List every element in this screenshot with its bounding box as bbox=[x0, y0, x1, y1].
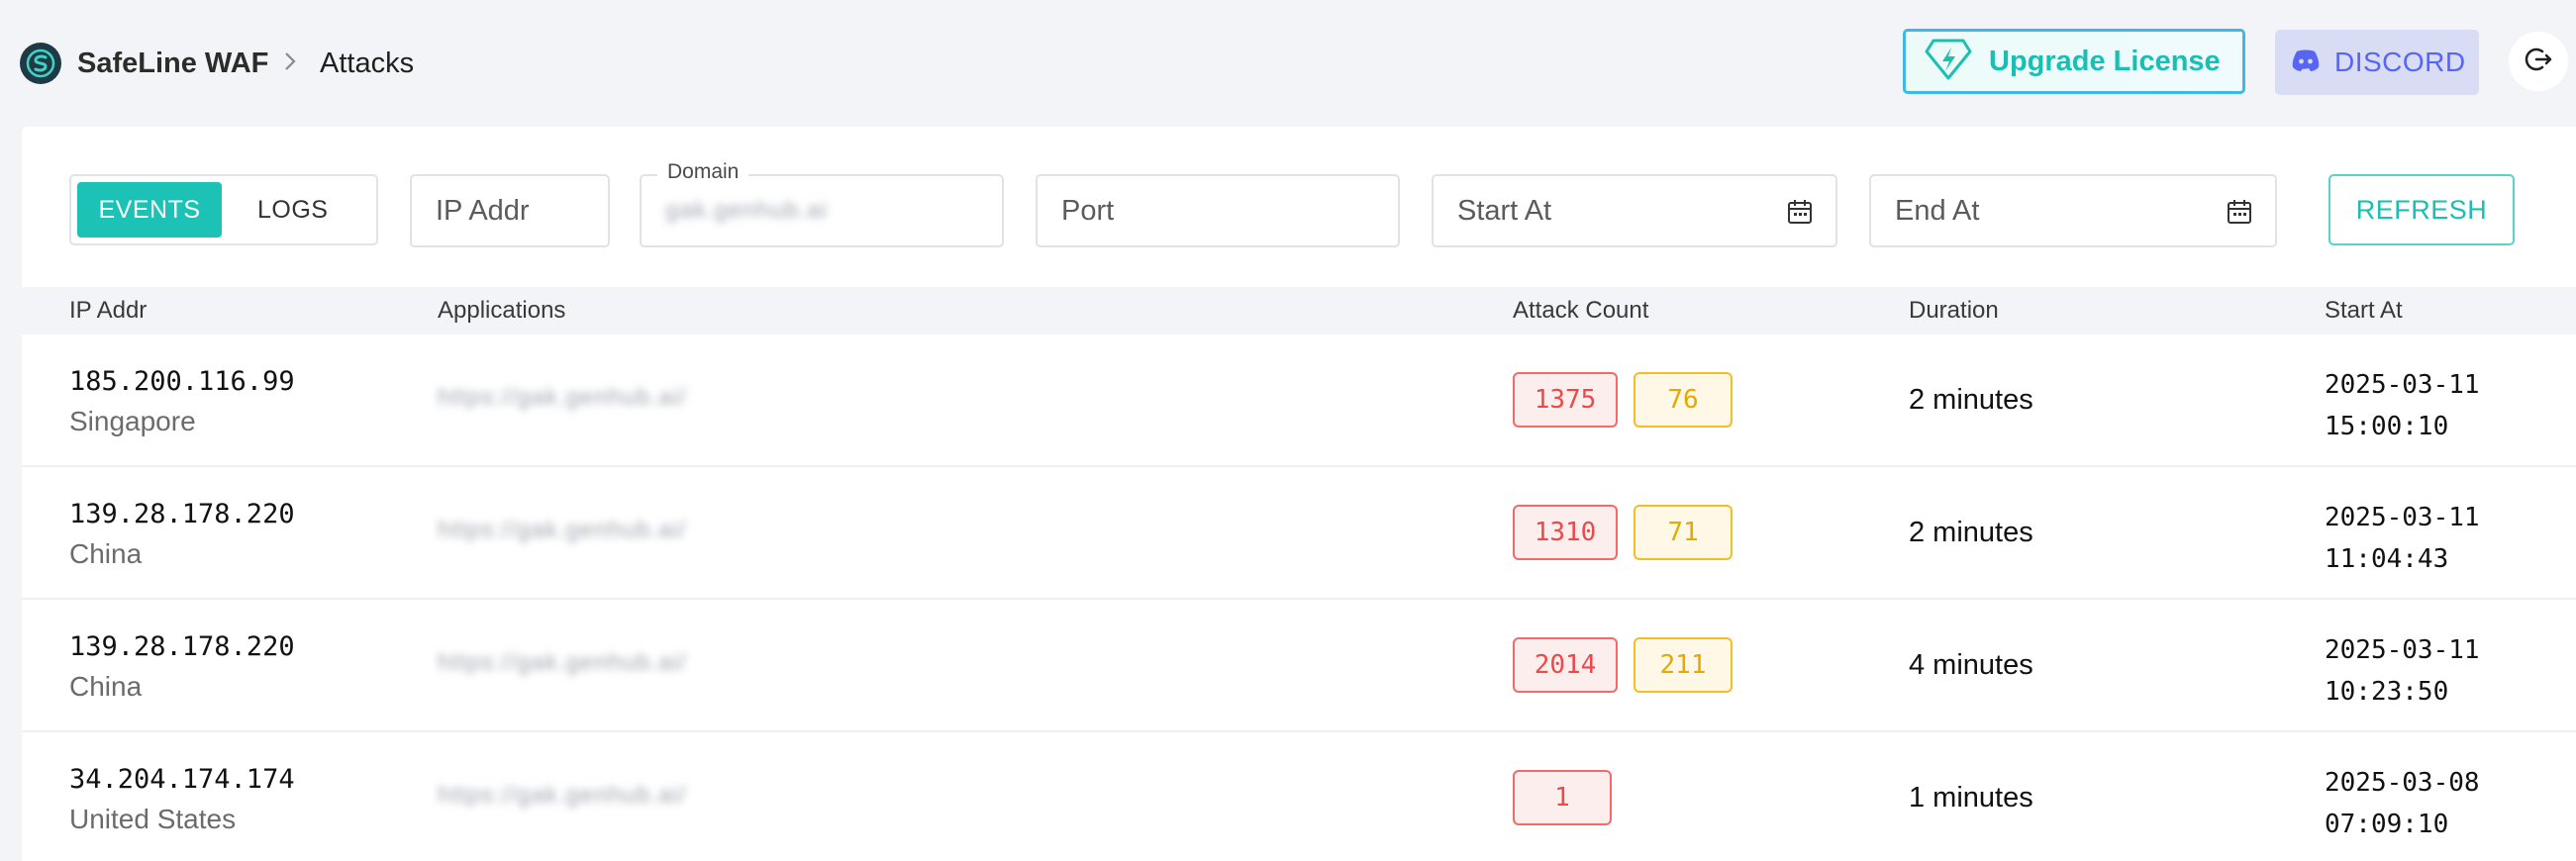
row-start-time: 11:04:43 bbox=[2325, 544, 2449, 574]
warning-count-badge: 211 bbox=[1634, 637, 1733, 693]
attack-count-badge: 1 bbox=[1513, 770, 1612, 825]
row-application[interactable]: https://gak.genhub.ai/ bbox=[438, 513, 687, 548]
brand-name[interactable]: SafeLine WAF bbox=[77, 46, 268, 81]
row-ip: 185.200.116.99 bbox=[69, 366, 295, 397]
start-at-picker[interactable]: Start At bbox=[1432, 174, 1837, 247]
end-at-picker[interactable]: End At bbox=[1869, 174, 2277, 247]
row-start-date: 2025-03-11 bbox=[2325, 635, 2480, 665]
view-toggle: EVENTS LOGS bbox=[69, 174, 378, 245]
row-duration: 2 minutes bbox=[1909, 517, 2033, 548]
end-at-placeholder: End At bbox=[1895, 194, 1980, 227]
row-start-at: 2025-03-11 11:04:43 bbox=[2325, 497, 2523, 580]
row-country: United States bbox=[69, 804, 237, 834]
ip-filter-input[interactable]: IP Addr bbox=[410, 174, 610, 247]
row-start-time: 10:23:50 bbox=[2325, 677, 2449, 707]
row-ip: 139.28.178.220 bbox=[69, 631, 295, 662]
tab-events[interactable]: EVENTS bbox=[77, 182, 222, 238]
attacks-panel: EVENTS LOGS IP Addr Domain gak.genhub.ai… bbox=[22, 127, 2576, 861]
domain-value: gak.genhub.ai bbox=[665, 197, 828, 224]
attack-count-badge: 2014 bbox=[1513, 637, 1618, 693]
warning-count-badge: 71 bbox=[1634, 505, 1733, 560]
logout-button[interactable] bbox=[2509, 32, 2568, 91]
discord-label: DISCORD bbox=[2334, 47, 2466, 77]
row-duration: 2 minutes bbox=[1909, 384, 2033, 416]
breadcrumb-current: Attacks bbox=[320, 48, 415, 79]
chevron-right-icon bbox=[279, 44, 301, 79]
row-duration: 4 minutes bbox=[1909, 649, 2033, 681]
attack-count-badge: 1375 bbox=[1513, 372, 1618, 428]
row-start-time: 15:00:10 bbox=[2325, 412, 2449, 441]
column-header-attack-count: Attack Count bbox=[1513, 297, 1649, 324]
row-start-date: 2025-03-11 bbox=[2325, 370, 2480, 400]
row-country: China bbox=[69, 538, 143, 569]
safeline-logo-icon[interactable] bbox=[20, 43, 61, 84]
row-country: China bbox=[69, 671, 143, 702]
calendar-icon[interactable] bbox=[1786, 198, 1814, 226]
start-at-placeholder: Start At bbox=[1457, 194, 1552, 227]
logout-icon bbox=[2523, 44, 2554, 80]
port-filter-input[interactable]: Port bbox=[1036, 174, 1400, 247]
upgrade-license-label: Upgrade License bbox=[1989, 45, 2221, 77]
discord-icon bbox=[2291, 48, 2321, 77]
row-application[interactable]: https://gak.genhub.ai/ bbox=[438, 778, 687, 813]
table-row[interactable]: 185.200.116.99 Singapore https://gak.gen… bbox=[22, 335, 2576, 467]
diamond-bolt-icon bbox=[1924, 38, 1973, 86]
column-header-ip: IP Addr bbox=[69, 297, 148, 324]
table-row[interactable]: 34.204.174.174 United States https://gak… bbox=[22, 732, 2576, 861]
row-duration: 1 minutes bbox=[1909, 782, 2033, 813]
refresh-button[interactable]: REFRESH bbox=[2328, 174, 2515, 245]
row-application[interactable]: https://gak.genhub.ai/ bbox=[438, 380, 687, 416]
domain-field-label: Domain bbox=[657, 160, 749, 184]
row-country: Singapore bbox=[69, 406, 196, 436]
row-ip: 34.204.174.174 bbox=[69, 764, 295, 795]
column-header-start-at: Start At bbox=[2325, 297, 2403, 324]
table-row[interactable]: 139.28.178.220 China https://gak.genhub.… bbox=[22, 467, 2576, 600]
row-start-date: 2025-03-08 bbox=[2325, 768, 2480, 798]
top-bar: SafeLine WAF Attacks Upgrade License DIS… bbox=[0, 0, 2576, 125]
row-start-date: 2025-03-11 bbox=[2325, 503, 2480, 532]
row-start-at: 2025-03-08 07:09:10 bbox=[2325, 762, 2523, 845]
row-start-at: 2025-03-11 15:00:10 bbox=[2325, 364, 2523, 447]
warning-count-badge: 76 bbox=[1634, 372, 1733, 428]
attack-count-badge: 1310 bbox=[1513, 505, 1618, 560]
column-header-applications: Applications bbox=[438, 297, 566, 324]
column-header-duration: Duration bbox=[1909, 297, 1999, 324]
calendar-icon[interactable] bbox=[2226, 198, 2253, 226]
row-start-at: 2025-03-11 10:23:50 bbox=[2325, 629, 2523, 713]
table-row[interactable]: 139.28.178.220 China https://gak.genhub.… bbox=[22, 600, 2576, 732]
discord-button[interactable]: DISCORD bbox=[2275, 30, 2479, 95]
upgrade-license-button[interactable]: Upgrade License bbox=[1903, 29, 2245, 94]
row-application[interactable]: https://gak.genhub.ai/ bbox=[438, 645, 687, 681]
domain-filter-input[interactable]: Domain gak.genhub.ai bbox=[640, 160, 1004, 247]
tab-logs[interactable]: LOGS bbox=[232, 182, 353, 238]
table-header: IP Addr Applications Attack Count Durati… bbox=[22, 287, 2576, 335]
row-ip: 139.28.178.220 bbox=[69, 499, 295, 529]
row-start-time: 07:09:10 bbox=[2325, 810, 2449, 839]
